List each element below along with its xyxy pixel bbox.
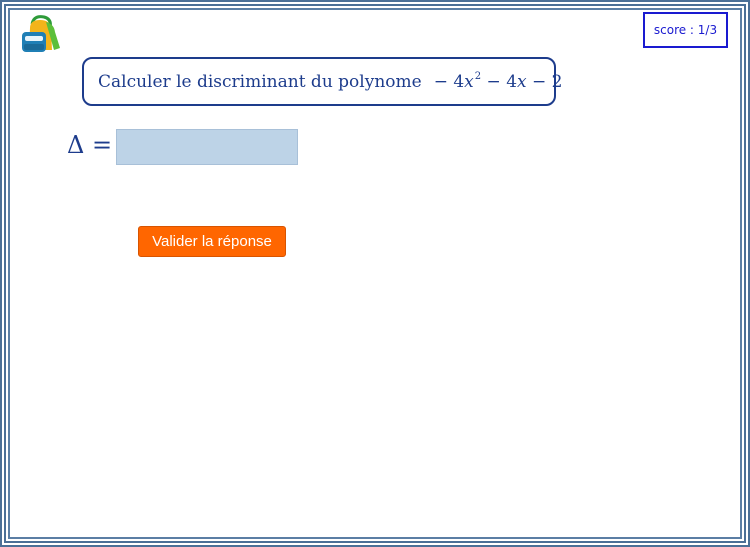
poly-var1: x (464, 72, 474, 92)
question-box: Calculer le discriminant du polynome − 4… (82, 57, 562, 106)
poly-term2: − 4 (481, 72, 518, 92)
score-badge: score : 1/3 (643, 12, 728, 48)
backpack-icon (20, 14, 62, 54)
delta-label: Δ = (67, 131, 113, 159)
poly-var2: x (517, 72, 527, 92)
polynomial-expression: − 4x2 − 4x − 2 (434, 71, 563, 92)
poly-term3: − 2 (526, 72, 563, 92)
question-text: Calculer le discriminant du polynome (98, 71, 422, 92)
validate-button[interactable]: Valider la réponse (138, 226, 286, 257)
answer-input[interactable] (116, 129, 298, 165)
poly-term1: − 4 (433, 72, 465, 92)
